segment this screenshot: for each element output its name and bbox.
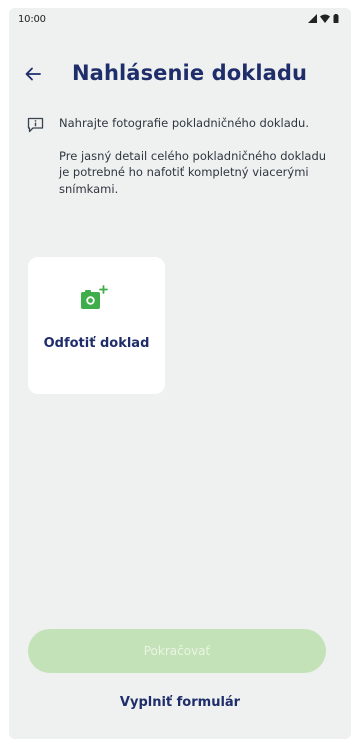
take-photo-card[interactable]: Odfotiť doklad — [28, 257, 165, 394]
fill-form-link[interactable]: Vyplniť formulár — [9, 695, 351, 710]
signal-icon — [308, 14, 317, 23]
arrow-left-icon — [25, 67, 41, 81]
phone-screen: 10:00 Nahlásenie dokladu Nahrajte fotogr… — [9, 8, 351, 739]
info-text-line2: Pre jasný detail celého pokladničného do… — [59, 148, 327, 196]
wifi-icon — [320, 14, 330, 23]
status-time: 10:00 — [18, 14, 46, 25]
battery-icon — [333, 14, 339, 23]
header: Nahlásenie dokladu — [9, 52, 351, 96]
back-button[interactable] — [21, 62, 45, 86]
info-text: Nahrajte fotografie pokladničného doklad… — [59, 115, 337, 197]
status-bar: 10:00 — [9, 8, 351, 30]
status-icons — [308, 14, 339, 23]
info-text-line1: Nahrajte fotografie pokladničného doklad… — [59, 116, 309, 130]
take-photo-label: Odfotiť doklad — [43, 336, 150, 351]
info-icon — [27, 117, 44, 133]
continue-button[interactable]: Pokračovať — [28, 629, 326, 673]
add-photo-icon — [81, 285, 108, 309]
page-title: Nahlásenie dokladu — [72, 61, 308, 85]
screen: 10:00 Nahlásenie dokladu Nahrajte fotogr… — [0, 0, 360, 747]
